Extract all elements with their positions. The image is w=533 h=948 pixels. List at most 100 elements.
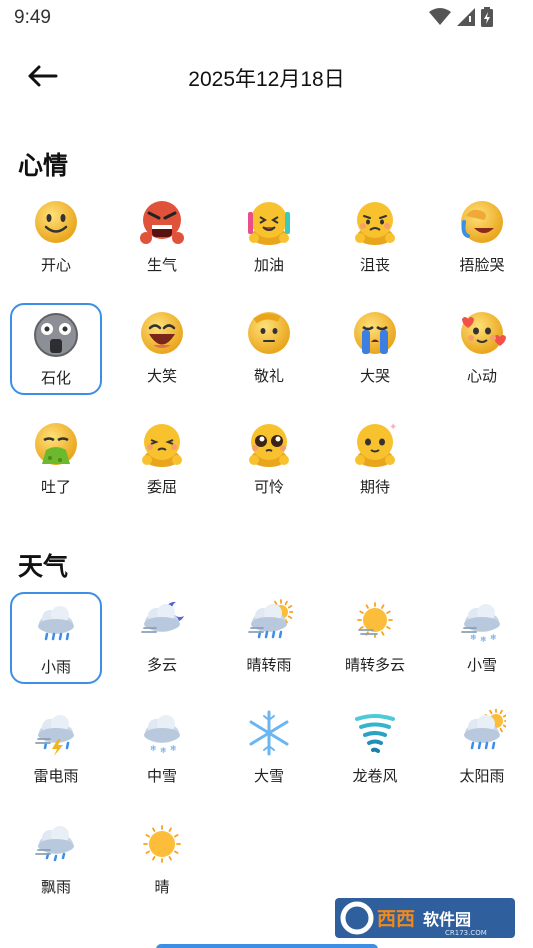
mood-item-label: 沮丧 <box>359 256 390 274</box>
weather-item[interactable]: 晴转多云 <box>329 592 421 684</box>
status-bar: 9:49 <box>0 0 533 36</box>
mood-item[interactable]: 吐了 <box>10 414 102 506</box>
weather-item[interactable]: 多云 <box>116 592 208 684</box>
weather-item-label: 大雪 <box>253 767 284 785</box>
mood-item[interactable]: 敬礼 <box>223 303 315 395</box>
mood-item[interactable]: 开心 <box>10 192 102 284</box>
weather-section-title: 天气 <box>18 552 69 581</box>
weather-item-label: 龙卷风 <box>352 767 398 785</box>
mood-item[interactable]: 加油 <box>223 192 315 284</box>
mood-item-label: 可怜 <box>253 478 284 496</box>
sad-face-icon <box>351 198 399 246</box>
svg-text:❄: ❄ <box>160 746 167 755</box>
weather-item[interactable]: ❄ ❄ ❄ 中雪 <box>116 703 208 795</box>
watermark-logo: 西西 软件园 CR173.COM <box>335 898 515 938</box>
weather-item[interactable]: 龙卷风 <box>329 703 421 795</box>
light-snow-icon: ❄ ❄ ❄ <box>458 598 506 646</box>
weather-item-label: 晴 <box>154 878 170 896</box>
weather-item[interactable]: 晴转雨 <box>223 592 315 684</box>
mood-item-label: 大笑 <box>146 367 177 385</box>
sunny-icon <box>138 820 186 868</box>
mood-item[interactable]: 可怜 <box>223 414 315 506</box>
sun-shower-icon <box>458 708 509 757</box>
bottom-action-bar[interactable] <box>156 944 378 948</box>
cheer-face-icon <box>245 198 293 246</box>
cloudy-night-icon <box>138 598 186 646</box>
mood-item[interactable]: 生气 <box>116 192 208 284</box>
header: 2025年12月18日 <box>0 48 533 108</box>
heart-face-icon <box>458 309 506 357</box>
weather-item-label: 飘雨 <box>40 878 71 896</box>
wifi-icon <box>429 8 451 26</box>
sun-to-rain-icon <box>245 598 294 646</box>
mood-item[interactable]: 大笑 <box>116 303 208 395</box>
mood-item[interactable]: 大哭 <box>329 303 421 395</box>
mood-item[interactable]: 委屈 <box>116 414 208 506</box>
mood-item-label: 吐了 <box>40 478 71 496</box>
mood-section-title: 心情 <box>18 151 69 180</box>
expecting-face-icon: ✦ <box>351 420 399 468</box>
mood-item[interactable]: 捂脸哭 <box>436 192 528 284</box>
svg-text:西西: 西西 <box>377 908 415 930</box>
aggrieved-face-icon <box>138 420 186 468</box>
mood-item-label: 敬礼 <box>253 367 284 385</box>
mood-item-label: 心动 <box>466 367 497 385</box>
weather-item-label: 太阳雨 <box>459 767 505 785</box>
svg-text:✦: ✦ <box>389 422 397 433</box>
mood-item-label: 石化 <box>40 369 71 387</box>
svg-text:❄: ❄ <box>480 635 487 644</box>
signal-icon <box>457 8 475 26</box>
weather-item-label: 小雪 <box>466 656 497 674</box>
crying-face-icon <box>351 309 399 357</box>
weather-item[interactable]: 小雨 <box>10 592 102 684</box>
mood-item-label: 捂脸哭 <box>459 256 505 274</box>
weather-item-label: 晴转雨 <box>246 656 292 674</box>
moderate-snow-icon: ❄ ❄ ❄ <box>138 709 186 757</box>
mood-item[interactable]: ✦ 期待 <box>329 414 421 506</box>
mood-item[interactable]: 沮丧 <box>329 192 421 284</box>
drizzle-icon <box>32 820 80 868</box>
thunderstorm-icon <box>32 709 80 757</box>
weather-item-label: 小雨 <box>40 658 71 676</box>
weather-item-label: 雷电雨 <box>33 767 79 785</box>
svg-text:❄: ❄ <box>150 744 157 753</box>
sun-to-cloudy-icon <box>351 598 399 646</box>
weather-item[interactable]: 太阳雨 <box>436 703 528 795</box>
salute-face-icon <box>245 309 293 357</box>
svg-text:❄: ❄ <box>490 633 497 642</box>
mood-item-label: 大哭 <box>359 367 390 385</box>
status-icons <box>429 7 493 27</box>
petrified-face-icon <box>32 311 80 359</box>
weather-item-label: 晴转多云 <box>344 656 405 674</box>
mood-item-label: 开心 <box>40 256 71 274</box>
mood-item-label: 加油 <box>253 256 284 274</box>
tornado-icon <box>351 709 399 757</box>
status-time: 9:49 <box>14 7 51 28</box>
svg-text:❄: ❄ <box>470 633 477 642</box>
mood-item[interactable]: 石化 <box>10 303 102 395</box>
laugh-face-icon <box>138 309 186 357</box>
weather-item-label: 多云 <box>146 656 177 674</box>
snowflake-icon <box>245 709 293 757</box>
svg-text:软件园: 软件园 <box>423 910 471 929</box>
angry-face-icon <box>138 198 186 246</box>
smile-face-icon <box>32 198 80 246</box>
facepalm-cry-icon <box>458 198 506 246</box>
page-title: 2025年12月18日 <box>188 68 345 91</box>
weather-item[interactable]: ❄ ❄ ❄ 小雪 <box>436 592 528 684</box>
pitiful-face-icon <box>245 420 293 468</box>
svg-text:CR173.COM: CR173.COM <box>445 929 487 937</box>
mood-item-label: 生气 <box>146 256 177 274</box>
mood-item-label: 委屈 <box>146 478 177 496</box>
weather-item-label: 中雪 <box>146 767 177 785</box>
weather-item[interactable]: 大雪 <box>223 703 315 795</box>
battery-icon <box>481 7 493 27</box>
mood-item[interactable]: 心动 <box>436 303 528 395</box>
weather-item[interactable]: 晴 <box>116 814 208 906</box>
weather-item[interactable]: 飘雨 <box>10 814 102 906</box>
mood-item-label: 期待 <box>359 478 390 496</box>
svg-text:❄: ❄ <box>170 744 177 753</box>
light-rain-icon <box>32 600 80 648</box>
weather-item[interactable]: 雷电雨 <box>10 703 102 795</box>
vomit-face-icon <box>32 420 80 468</box>
